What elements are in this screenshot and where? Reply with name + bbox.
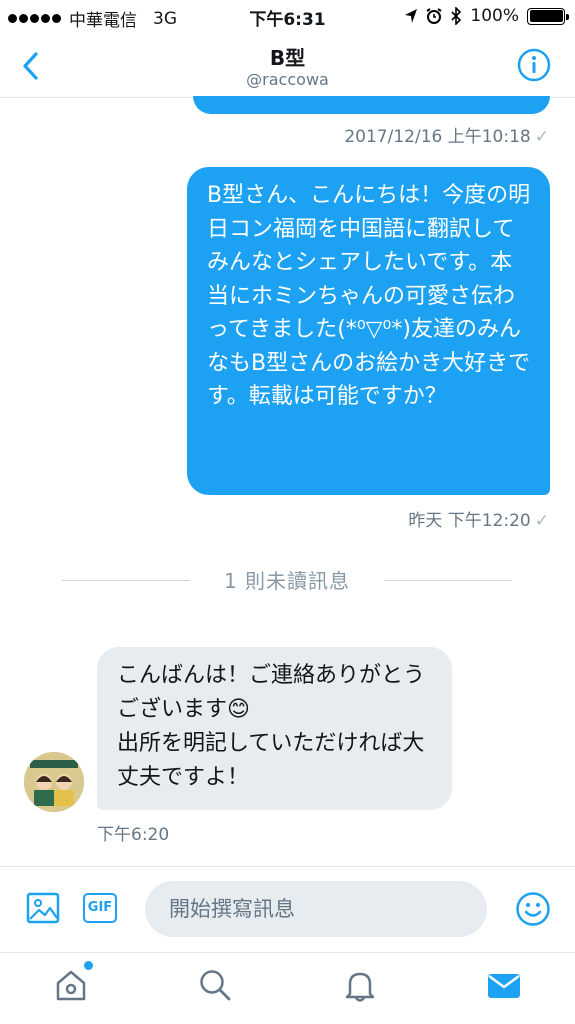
status-bar: 中華電信 3G 下午6:31 100% — [0, 0, 575, 34]
search-icon — [200, 970, 231, 1001]
mail-icon — [488, 974, 520, 998]
tab-messages[interactable] — [486, 967, 522, 1003]
conversation-title: B型 — [269, 46, 306, 70]
message-timestamp: 昨天 下午12:20 ✓ — [408, 511, 549, 531]
message-input[interactable] — [145, 881, 487, 937]
conversation-header: B型 @raccowa — [0, 34, 575, 98]
unread-divider: 1 則未讀訊息 — [62, 565, 512, 595]
tab-bar — [0, 952, 575, 1024]
smiley-icon[interactable] — [515, 891, 551, 927]
outgoing-message-bubble[interactable]: B型さん、こんにちは！今度の明日コン福岡を中国語に翻訳してみんなとシェアしたいで… — [187, 167, 550, 495]
previous-outgoing-bubble[interactable] — [193, 96, 550, 114]
location-icon — [405, 9, 418, 23]
message-timestamp: 2017/12/16 上午10:18 ✓ — [344, 127, 549, 147]
battery-percent: 100% — [470, 6, 519, 26]
tab-search[interactable] — [197, 967, 233, 1003]
alarm-icon — [426, 8, 442, 24]
incoming-message-bubble[interactable]: こんばんは！ご連絡ありがとうございます😊 出所を明記していただければ大丈夫ですよ… — [97, 647, 452, 810]
image-icon[interactable] — [26, 891, 60, 925]
sent-check-icon: ✓ — [534, 127, 549, 147]
battery-icon — [527, 7, 569, 25]
avatar[interactable] — [24, 752, 84, 812]
compose-bar: GIF — [0, 866, 575, 952]
tab-notifications[interactable] — [342, 967, 378, 1003]
home-icon — [56, 970, 86, 1001]
message-timestamp: 下午6:20 — [97, 825, 170, 845]
sent-check-icon: ✓ — [534, 511, 549, 531]
notification-dot — [84, 961, 93, 970]
info-icon[interactable] — [517, 48, 551, 82]
conversation-handle: @raccowa — [246, 70, 329, 89]
bluetooth-icon — [451, 7, 462, 25]
status-right: 100% — [404, 6, 569, 26]
tab-home[interactable] — [53, 961, 93, 1003]
avatar-illustration — [24, 752, 84, 812]
bell-icon — [345, 972, 375, 1002]
gif-button[interactable]: GIF — [83, 893, 117, 923]
